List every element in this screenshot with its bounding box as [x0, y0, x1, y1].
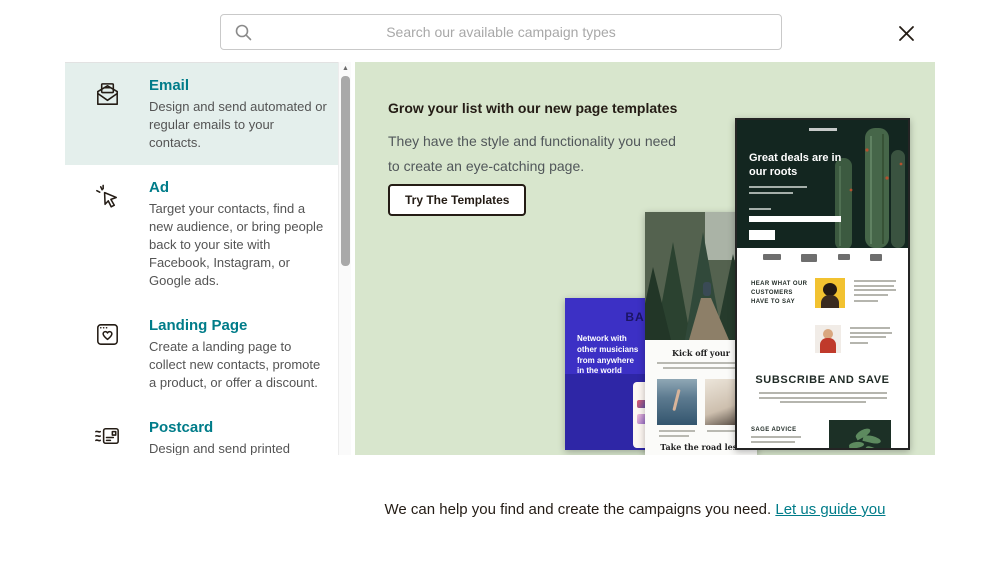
subscribe-heading: SUBSCRIBE AND SAVE [755, 374, 890, 386]
plant-photo [829, 420, 891, 448]
signup-button-mock [749, 230, 775, 240]
band-headline: Network with other musicians from anywhe… [577, 334, 639, 376]
search-input[interactable] [261, 15, 741, 49]
item-title: Landing Page [149, 317, 248, 334]
lake-thumb [657, 379, 697, 425]
close-icon[interactable] [894, 21, 918, 45]
sidebar-item-email[interactable]: Email Design and send automated or regul… [65, 63, 338, 165]
try-templates-button[interactable]: Try The Templates [388, 184, 527, 216]
search-icon [234, 23, 253, 47]
subscribe-copy [737, 392, 908, 406]
advice-copy [751, 436, 803, 445]
signup-input-mock [749, 216, 841, 222]
footer-band: We can help you find and create the camp… [0, 455, 1000, 563]
email-icon [65, 77, 149, 152]
promo-heading: Grow your list with our new page templat… [388, 100, 678, 116]
item-description: Target your contacts, find a new audienc… [149, 201, 324, 288]
ad-icon [65, 179, 149, 290]
search-box[interactable] [220, 14, 782, 50]
item-title: Ad [149, 179, 169, 196]
scrollbar-thumb[interactable] [341, 76, 350, 266]
top-bar [0, 0, 1000, 62]
item-title: Email [149, 77, 190, 94]
testimonial-1 [815, 278, 898, 308]
promo-line1: They have the style and functionality yo… [388, 133, 676, 149]
cactus-hero: Great deals are in our roots [737, 120, 908, 248]
client-logos [737, 254, 908, 262]
sidebar-item-ad[interactable]: Ad Target your contacts, find a new audi… [65, 165, 338, 303]
footer-text: We can help you find and create the camp… [384, 501, 776, 518]
item-title: Postcard [149, 419, 214, 436]
template-preview-roots: Great deals are in our roots HEAR WHAT O… [735, 118, 910, 450]
let-us-guide-you-link[interactable]: Let us guide you [775, 501, 885, 518]
item-description: Create a landing page to collect new con… [149, 339, 321, 390]
sidebar-item-landing-page[interactable]: Landing Page Create a landing page to co… [65, 303, 338, 405]
testimonials-heading: HEAR WHAT OUR CUSTOMERS HAVE TO SAY [751, 281, 808, 305]
roots-heading: Great deals are in our roots [749, 152, 842, 178]
scroll-up-icon[interactable]: ▲ [339, 62, 352, 76]
customer-photo-2 [815, 325, 841, 353]
cactus-illustration [835, 128, 905, 248]
customer-photo-1 [815, 278, 845, 308]
testimonial-2 [815, 325, 894, 353]
promo-panel: Grow your list with our new page templat… [355, 62, 935, 455]
promo-line2: to create an eye-catching page. [388, 158, 585, 174]
advice-heading: SAGE ADVICE [751, 427, 797, 433]
landing-page-icon [65, 317, 149, 392]
item-description: Design and send automated or regular ema… [149, 99, 327, 150]
store-logo [809, 128, 837, 131]
